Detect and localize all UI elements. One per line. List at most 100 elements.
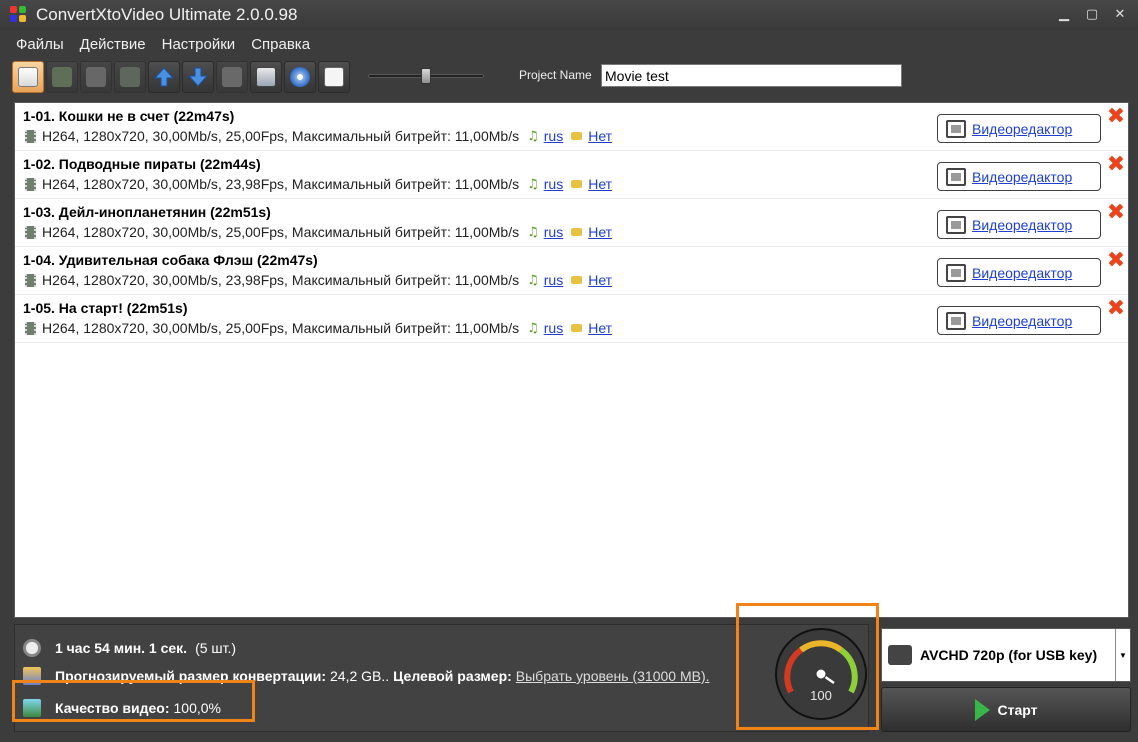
subtitle-link[interactable]: Нет: [588, 128, 612, 144]
subtitle-link[interactable]: Нет: [588, 320, 612, 336]
slider-thumb[interactable]: [421, 68, 431, 84]
video-info: H264, 1280x720, 30,00Mb/s, 23,98Fps, Мак…: [42, 272, 520, 288]
move-up-button[interactable]: [148, 61, 180, 93]
close-button[interactable]: ✕: [1108, 4, 1132, 24]
quality-highlight-frame: [12, 680, 255, 722]
file-row[interactable]: 1-05. На старт! (22m51s) H264, 1280x720,…: [15, 295, 1128, 343]
file-count: (5 шт.): [195, 640, 237, 656]
video-editor-icon: [946, 167, 966, 186]
remove-button[interactable]: [216, 61, 248, 93]
window-title: ConvertXtoVideo Ultimate 2.0.0.98: [36, 5, 298, 24]
menu-files[interactable]: Файлы: [0, 34, 72, 56]
device-profile-icon: [888, 645, 912, 665]
file-info: H264, 1280x720, 30,00Mb/s, 25,00Fps, Мак…: [25, 320, 612, 336]
audio-track-icon: ♫: [527, 272, 539, 288]
burn-disc-button[interactable]: [284, 61, 316, 93]
video-track-icon: [25, 129, 36, 143]
quality-gauge: 100: [775, 628, 867, 720]
file-row[interactable]: 1-02. Подводные пираты (22m44s) H264, 12…: [15, 151, 1128, 199]
audio-track-link[interactable]: rus: [544, 224, 563, 240]
duration-value: 1 час 54 мин. 1 сек.: [55, 640, 188, 656]
size-value: 24,2 GB..: [330, 668, 390, 684]
gauge-dial: [784, 640, 858, 694]
minimize-button[interactable]: ▁: [1052, 4, 1076, 24]
menu-action[interactable]: Действие: [72, 34, 154, 56]
add-file-button[interactable]: [12, 61, 44, 93]
delete-file-icon[interactable]: ✖: [1105, 202, 1127, 224]
audio-track-link[interactable]: rus: [544, 272, 563, 288]
dropdown-arrow-icon[interactable]: ▼: [1115, 629, 1130, 681]
add-subtitle-icon: [86, 67, 106, 87]
screen-settings-icon: [256, 67, 276, 87]
audio-track-icon: ♫: [527, 320, 539, 336]
video-editor-label: Видеоредактор: [972, 264, 1073, 281]
preview-icon: [324, 67, 344, 87]
video-editor-label: Видеоредактор: [972, 312, 1073, 329]
video-editor-label: Видеоредактор: [972, 168, 1073, 185]
maximize-button[interactable]: ▢: [1080, 4, 1104, 24]
duration-line: 1 час 54 мин. 1 сек. (5 шт.): [23, 639, 236, 657]
video-editor-button[interactable]: Видеоредактор: [937, 114, 1101, 143]
file-row[interactable]: 1-03. Дейл-инопланетянин (22m51s) H264, …: [15, 199, 1128, 247]
file-info: H264, 1280x720, 30,00Mb/s, 25,00Fps, Мак…: [25, 224, 612, 240]
audio-track-icon: ♫: [527, 224, 539, 240]
add-subtitle-button[interactable]: [80, 61, 112, 93]
video-editor-button[interactable]: Видеоредактор: [937, 210, 1101, 239]
move-down-icon: [187, 67, 209, 87]
output-profile-select[interactable]: AVCHD 720p (for USB key) ▼: [881, 628, 1131, 682]
video-editor-icon: [946, 263, 966, 282]
video-editor-icon: [946, 311, 966, 330]
burn-disc-icon: [290, 67, 310, 87]
subtitle-icon: [571, 228, 583, 236]
file-row[interactable]: 1-04. Удивительная собака Флэш (22m47s) …: [15, 247, 1128, 295]
audio-track-link[interactable]: rus: [544, 176, 563, 192]
delete-file-icon[interactable]: ✖: [1105, 154, 1127, 176]
file-row[interactable]: 1-01. Кошки не в счет (22m47s) H264, 128…: [15, 103, 1128, 151]
file-info: H264, 1280x720, 30,00Mb/s, 25,00Fps, Мак…: [25, 128, 612, 144]
audio-track-link[interactable]: rus: [544, 128, 563, 144]
delete-file-icon[interactable]: ✖: [1105, 106, 1127, 128]
video-info: H264, 1280x720, 30,00Mb/s, 25,00Fps, Мак…: [42, 224, 520, 240]
subtitle-link[interactable]: Нет: [588, 272, 612, 288]
toolbar: [12, 61, 350, 95]
audio-track-link[interactable]: rus: [544, 320, 563, 336]
subtitle-link[interactable]: Нет: [588, 224, 612, 240]
preview-button[interactable]: [318, 61, 350, 93]
audio-track-icon: ♫: [527, 128, 539, 144]
project-name-label: Project Name: [519, 68, 592, 82]
video-track-icon: [25, 273, 36, 287]
screen-settings-button[interactable]: [250, 61, 282, 93]
video-editor-label: Видеоредактор: [972, 120, 1073, 137]
target-size-link[interactable]: Выбрать уровень (31000 MB).: [516, 668, 710, 684]
file-title: 1-03. Дейл-инопланетянин (22m51s): [23, 204, 271, 220]
play-icon: [974, 698, 990, 721]
add-audio-icon: [52, 67, 72, 87]
file-title: 1-02. Подводные пираты (22m44s): [23, 156, 261, 172]
video-editor-button[interactable]: Видеоредактор: [937, 258, 1101, 287]
target-size-label: Целевой размер:: [393, 668, 512, 684]
video-editor-label: Видеоредактор: [972, 216, 1073, 233]
add-audio-button[interactable]: [46, 61, 78, 93]
subtitle-icon: [571, 180, 583, 188]
video-editor-button[interactable]: Видеоредактор: [937, 162, 1101, 191]
subtitle-icon: [571, 276, 583, 284]
delete-file-icon[interactable]: ✖: [1105, 250, 1127, 272]
menu-settings[interactable]: Настройки: [154, 34, 244, 56]
file-list: 1-01. Кошки не в счет (22m47s) H264, 128…: [14, 102, 1129, 618]
add-image-button[interactable]: [114, 61, 146, 93]
move-down-button[interactable]: [182, 61, 214, 93]
menu-help[interactable]: Справка: [243, 34, 318, 56]
project-name-input[interactable]: [601, 64, 902, 87]
audio-track-icon: ♫: [527, 176, 539, 192]
start-button[interactable]: Старт: [881, 687, 1131, 732]
video-track-icon: [25, 177, 36, 191]
video-editor-button[interactable]: Видеоредактор: [937, 306, 1101, 335]
subtitle-link[interactable]: Нет: [588, 176, 612, 192]
start-label: Старт: [997, 701, 1038, 718]
video-editor-icon: [946, 215, 966, 234]
video-editor-icon: [946, 119, 966, 138]
video-track-icon: [25, 321, 36, 335]
remove-icon: [222, 67, 242, 87]
zoom-slider[interactable]: [368, 68, 484, 84]
delete-file-icon[interactable]: ✖: [1105, 298, 1127, 320]
